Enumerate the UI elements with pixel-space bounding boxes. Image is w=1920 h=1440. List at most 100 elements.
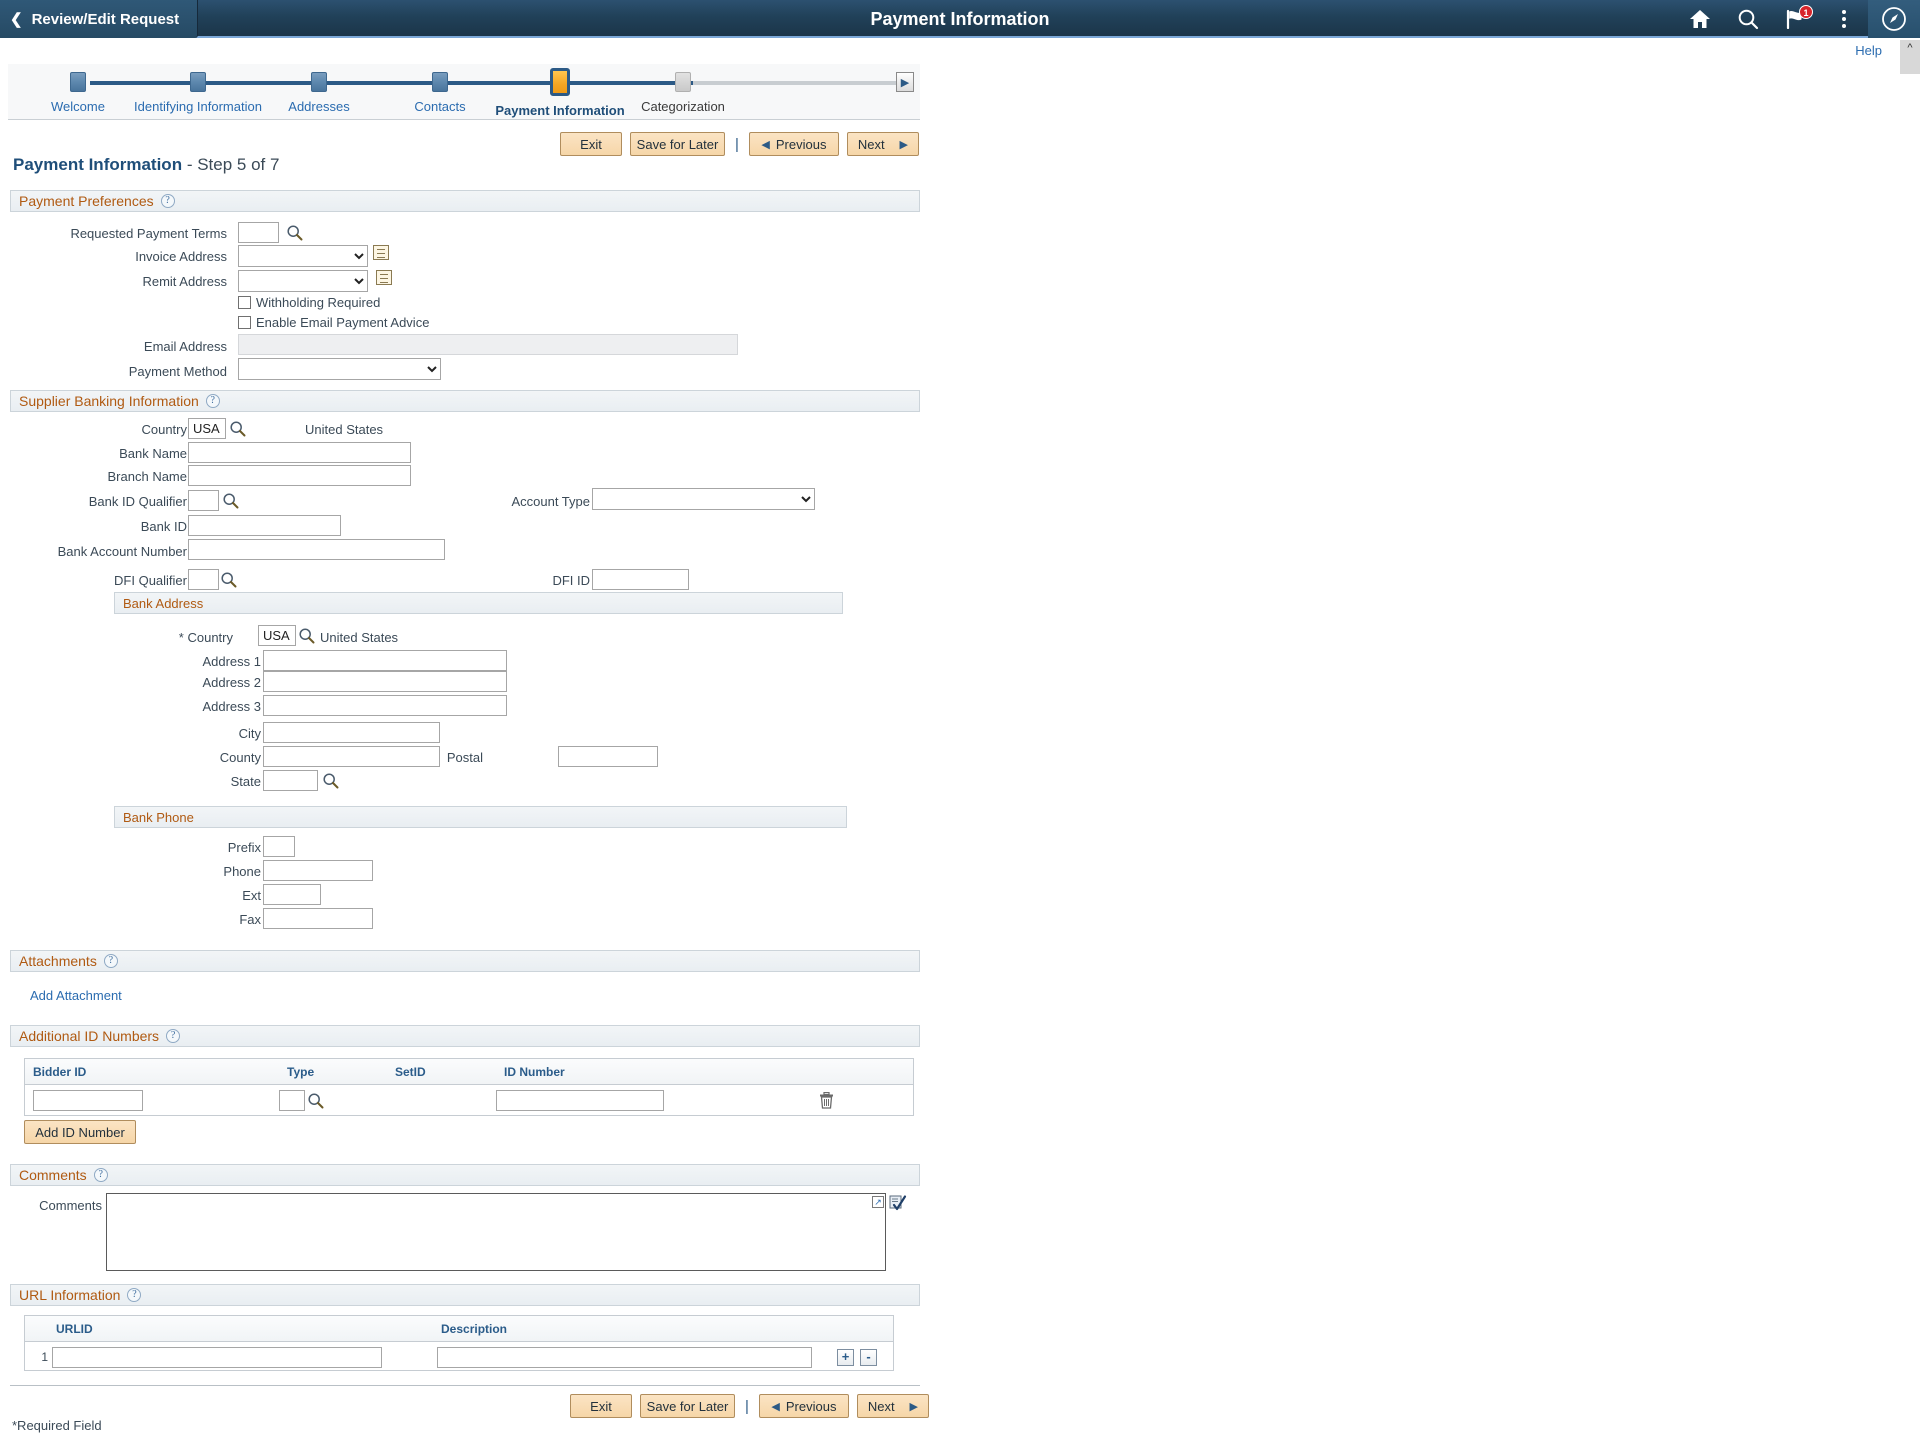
exit-button-bottom[interactable]: Exit	[570, 1394, 632, 1418]
train-node-icon	[190, 72, 206, 92]
banking-country-input[interactable]	[188, 418, 226, 439]
help-question-icon[interactable]: ?	[103, 954, 118, 968]
label-requested-payment-terms: Requested Payment Terms	[70, 226, 227, 241]
add-attachment-link[interactable]: Add Attachment	[30, 988, 122, 1003]
invoice-address-select[interactable]	[238, 245, 368, 267]
dfi-qualifier-input[interactable]	[188, 569, 219, 590]
help-link[interactable]: Help	[1855, 43, 1882, 58]
bank-address-3-input[interactable]	[263, 695, 507, 716]
withholding-required-checkbox[interactable]	[238, 296, 251, 309]
home-icon[interactable]	[1676, 0, 1724, 38]
page-title-step: - Step 5 of 7	[186, 155, 280, 174]
payment-method-select[interactable]	[238, 358, 441, 380]
bank-account-number-input[interactable]	[188, 539, 445, 560]
bank-address-1-input[interactable]	[263, 650, 507, 671]
compass-navbar-icon[interactable]	[1868, 0, 1920, 38]
section-title: Payment Preferences	[19, 193, 154, 209]
bank-id-qualifier-input[interactable]	[188, 490, 219, 511]
lookup-icon-type[interactable]	[307, 1092, 324, 1109]
toolbar-separator: |	[745, 1397, 749, 1415]
search-icon[interactable]	[1724, 0, 1772, 38]
previous-button-label: Previous	[785, 1398, 837, 1414]
branch-name-input[interactable]	[188, 465, 411, 486]
back-button-label: Review/Edit Request	[31, 10, 180, 28]
column-header-bidder-id: Bidder ID	[33, 1064, 87, 1079]
help-question-icon[interactable]: ?	[166, 1029, 181, 1043]
withholding-required-label: Withholding Required	[256, 295, 381, 310]
type-input[interactable]	[279, 1089, 305, 1111]
next-button-bottom[interactable]: Next ▶	[856, 1394, 929, 1418]
help-question-icon[interactable]: ?	[127, 1288, 142, 1302]
previous-button-bottom[interactable]: ◀ Previous	[758, 1394, 849, 1418]
kebab-menu-icon[interactable]	[1820, 0, 1868, 38]
label-branch-name: Branch Name	[107, 469, 187, 484]
back-to-review-edit-request-button[interactable]: ❮ Review/Edit Request	[0, 0, 199, 38]
label-bank-address-3: Address 3	[202, 699, 261, 714]
label-bank-fax: Fax	[239, 912, 261, 927]
bank-address-county-input[interactable]	[263, 746, 440, 767]
lookup-icon-bank-id-qualifier[interactable]	[222, 492, 239, 509]
next-button-top[interactable]: Next ▶	[846, 132, 919, 156]
bank-address-city-input[interactable]	[263, 722, 440, 743]
train-step-categorization[interactable]: Categorization	[603, 64, 763, 114]
label-banking-country: Country	[141, 422, 187, 437]
required-field-note: *Required Field	[12, 1418, 102, 1433]
remove-url-row-button[interactable]: -	[860, 1348, 877, 1366]
bank-id-input[interactable]	[188, 515, 341, 536]
id-number-input[interactable]	[496, 1089, 664, 1111]
next-button-label: Next	[857, 136, 885, 152]
bank-address-country-input[interactable]	[258, 625, 296, 646]
add-url-row-button[interactable]: +	[837, 1348, 854, 1366]
label-payment-method: Payment Method	[128, 364, 227, 379]
url-description-input[interactable]	[437, 1346, 812, 1368]
dfi-id-input[interactable]	[592, 569, 689, 590]
enable-email-payment-advice-checkbox[interactable]	[238, 316, 251, 329]
bank-address-2-input[interactable]	[263, 671, 507, 692]
bank-phone-ext-input[interactable]	[263, 884, 321, 905]
help-question-icon[interactable]: ?	[93, 1168, 108, 1182]
email-address-input[interactable]	[238, 334, 738, 355]
address-book-icon-invoice[interactable]	[373, 245, 389, 260]
expand-icon[interactable]: ↗	[872, 1196, 884, 1208]
previous-button-top[interactable]: ◀ Previous	[748, 132, 839, 156]
label-bank-name: Bank Name	[119, 446, 187, 461]
lookup-icon-dfi-qualifier[interactable]	[220, 571, 237, 588]
help-question-icon[interactable]: ?	[160, 194, 175, 208]
requested-payment-terms-input[interactable]	[238, 222, 279, 243]
exit-button-top[interactable]: Exit	[560, 132, 622, 156]
trash-icon[interactable]	[796, 1091, 856, 1109]
section-title: Supplier Banking Information	[19, 393, 199, 409]
label-bank-id-qualifier: Bank ID Qualifier	[88, 494, 187, 509]
add-id-number-button[interactable]: Add ID Number	[24, 1120, 136, 1144]
help-question-icon[interactable]: ?	[205, 394, 220, 408]
lookup-icon-bank-address-state[interactable]	[322, 772, 339, 789]
lookup-icon-bank-address-country[interactable]	[298, 627, 315, 644]
section-header-supplier-banking-information: Supplier Banking Information ?	[10, 390, 920, 412]
table-row	[25, 1085, 913, 1115]
bank-fax-input[interactable]	[263, 908, 373, 929]
bank-name-input[interactable]	[188, 442, 411, 463]
bidder-id-input[interactable]	[33, 1089, 143, 1111]
lookup-icon-requested-payment-terms[interactable]	[286, 224, 303, 241]
chevron-left-icon: ❮	[10, 10, 23, 28]
bank-address-state-input[interactable]	[263, 770, 318, 791]
urlid-input[interactable]	[52, 1346, 382, 1368]
bank-phone-prefix-input[interactable]	[263, 836, 295, 857]
collapse-header-toggle[interactable]: ^	[1900, 40, 1920, 74]
notification-count-badge: 1	[1799, 5, 1813, 19]
remit-address-select[interactable]	[238, 270, 368, 292]
address-book-icon-remit[interactable]	[376, 270, 392, 285]
account-type-select[interactable]	[592, 488, 815, 510]
train-scroll-next-button[interactable]: ▶	[896, 72, 914, 92]
label-dfi-qualifier: DFI Qualifier	[114, 573, 187, 588]
save-for-later-button-bottom[interactable]: Save for Later	[640, 1394, 735, 1418]
save-for-later-button-top[interactable]: Save for Later	[630, 132, 725, 156]
label-dfi-id: DFI ID	[552, 573, 590, 588]
bank-phone-input[interactable]	[263, 860, 373, 881]
spellcheck-icon[interactable]	[889, 1194, 907, 1212]
lookup-icon-banking-country[interactable]	[229, 420, 246, 437]
comments-textarea[interactable]	[106, 1193, 886, 1271]
bank-address-postal-input[interactable]	[558, 746, 658, 767]
train-node-icon	[432, 72, 448, 92]
flag-notification-icon[interactable]: 1	[1772, 0, 1820, 38]
